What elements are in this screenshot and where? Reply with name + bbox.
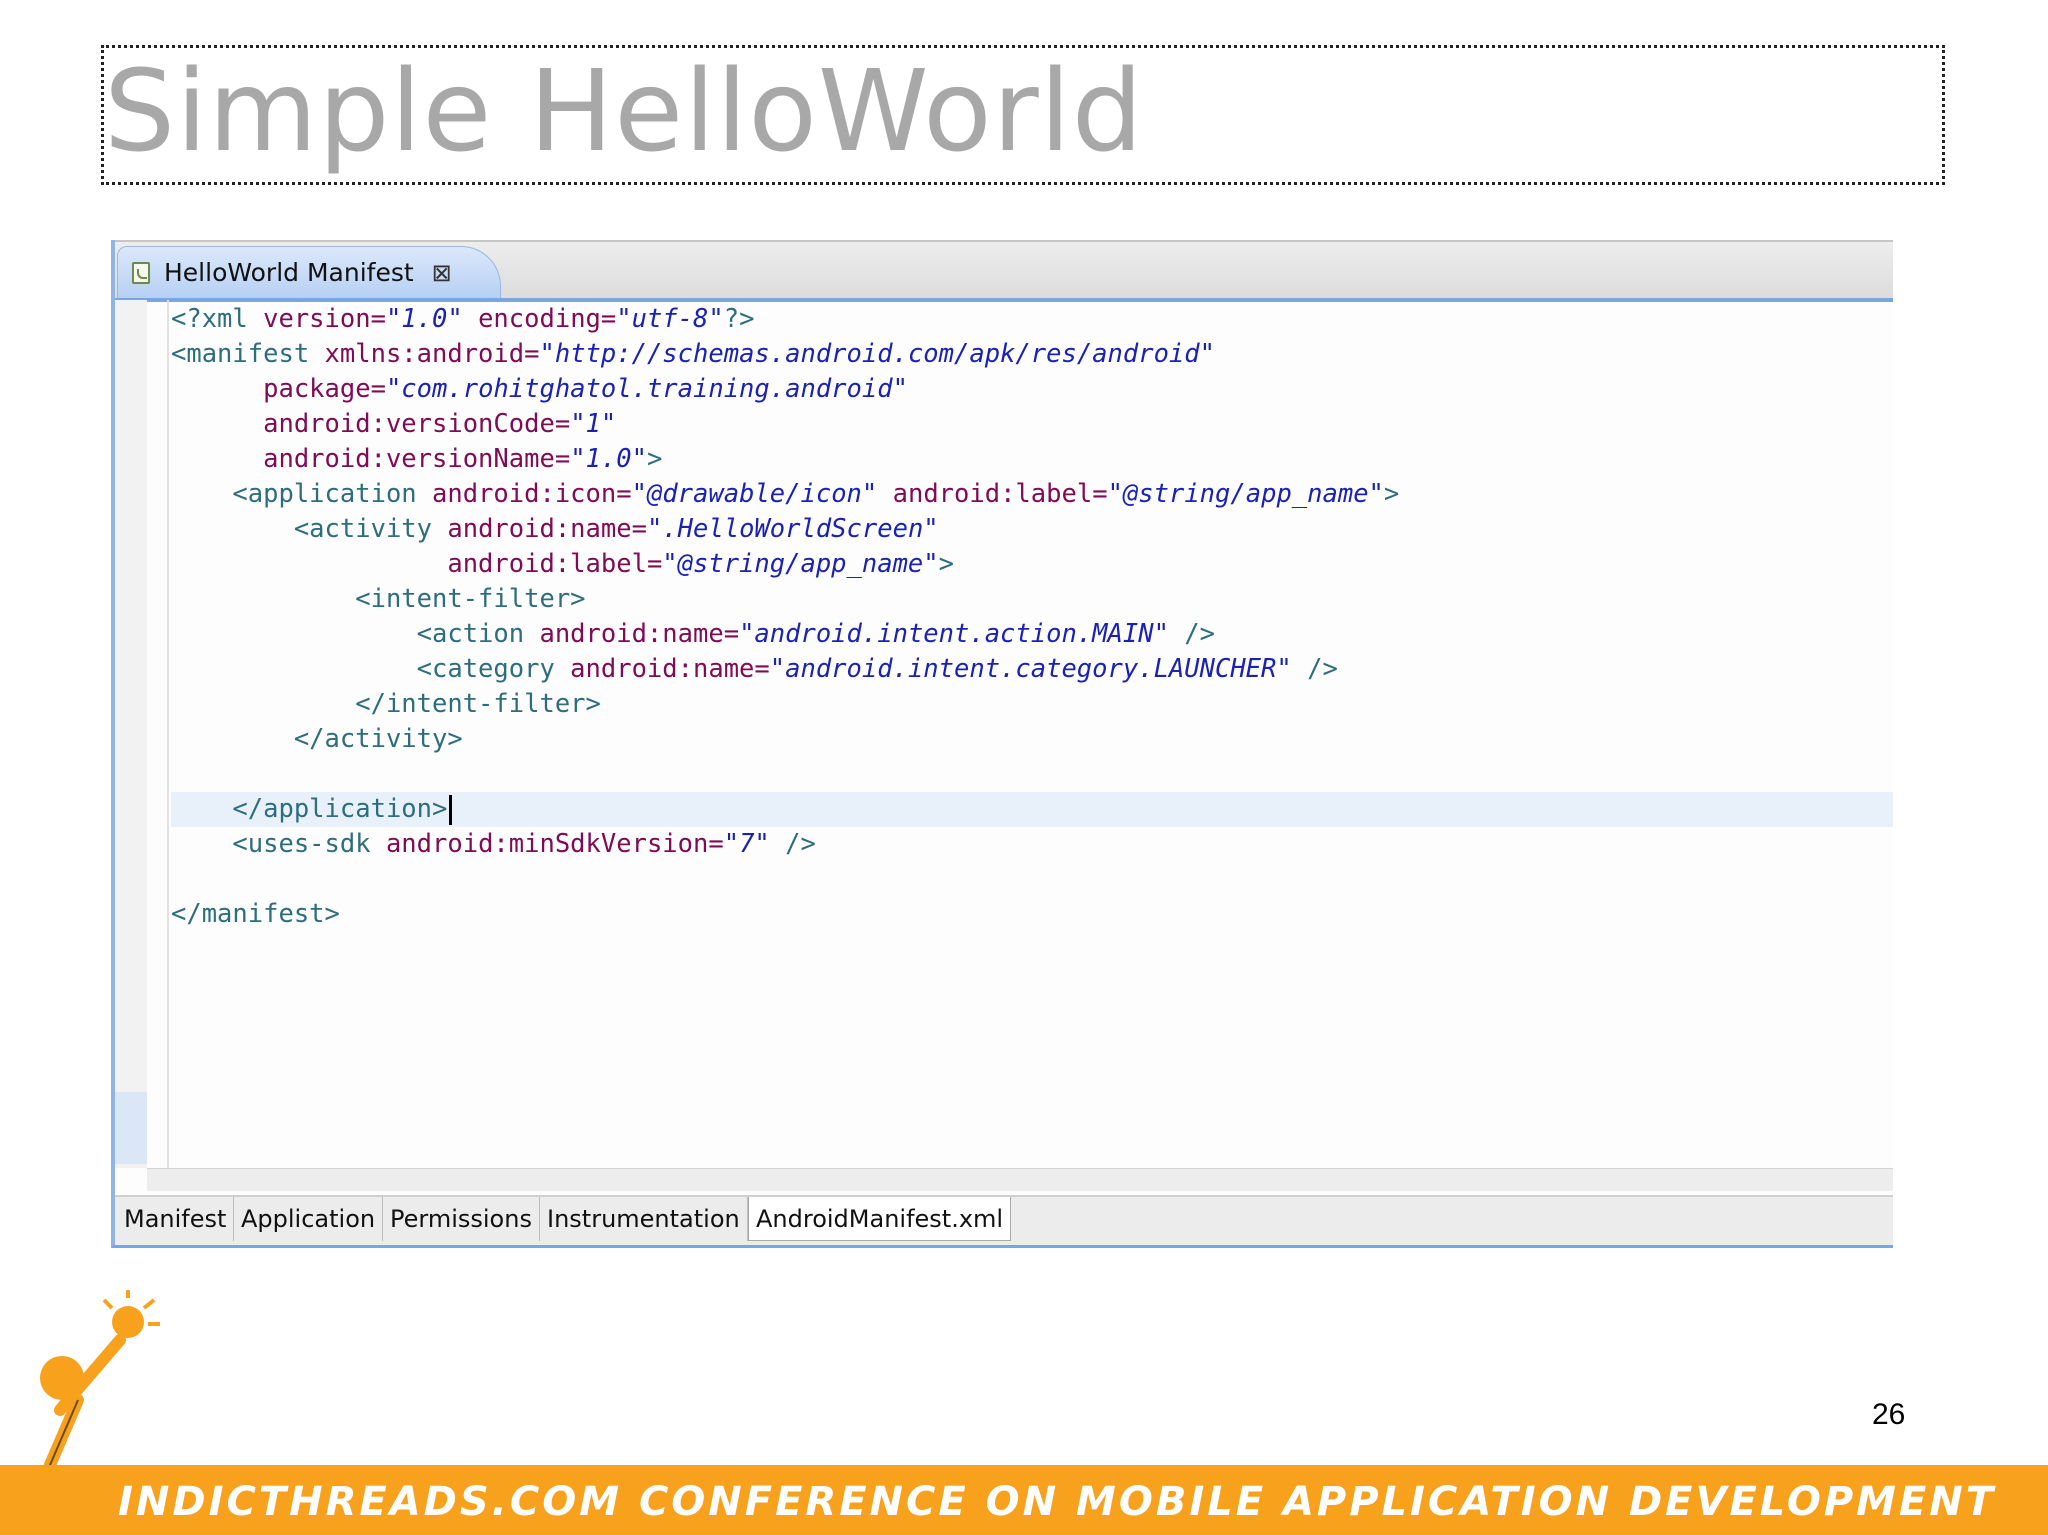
- code-line[interactable]: </activity>: [171, 722, 1893, 757]
- editor-gutter: [115, 300, 147, 1168]
- code-line[interactable]: [171, 757, 1893, 792]
- code-line[interactable]: <intent-filter>: [171, 582, 1893, 617]
- code-area[interactable]: <?xml version="1.0" encoding="utf-8"?> <m…: [171, 302, 1893, 1168]
- slide-title: Simple HelloWorld: [104, 47, 1144, 177]
- code-line[interactable]: <uses-sdk android:minSdkVersion="7" />: [171, 827, 1893, 862]
- bottom-tab-androidmanifest-xml[interactable]: AndroidManifest.xml: [748, 1197, 1012, 1241]
- bottom-tab-instrumentation[interactable]: Instrumentation: [540, 1197, 748, 1241]
- code-line[interactable]: <manifest xmlns:android="http://schemas.…: [171, 337, 1893, 372]
- code-line[interactable]: android:label="@string/app_name">: [171, 547, 1893, 582]
- code-line[interactable]: android:versionCode="1": [171, 407, 1893, 442]
- code-line[interactable]: <category android:name="android.intent.c…: [171, 652, 1893, 687]
- footer-banner-text: IndicThreads.com Conference on Mobile Ap…: [118, 1479, 1997, 1525]
- footer-banner: IndicThreads.com Conference on Mobile Ap…: [0, 1465, 2048, 1535]
- code-line[interactable]: <action android:name="android.intent.act…: [171, 617, 1893, 652]
- bottom-tab-manifest[interactable]: Manifest: [117, 1197, 235, 1241]
- bottom-tab-permissions[interactable]: Permissions: [383, 1197, 540, 1241]
- editor-tab-bar: HelloWorld Manifest ⊠: [115, 240, 1893, 302]
- editor-bottom-tabs: Manifest Application Permissions Instrument…: [115, 1195, 1893, 1245]
- editor-ruler: [167, 300, 169, 1168]
- file-tab[interactable]: HelloWorld Manifest ⊠: [117, 246, 501, 298]
- horizontal-scrollbar[interactable]: [147, 1168, 1893, 1191]
- code-line[interactable]: <?xml version="1.0" encoding="utf-8"?>: [171, 302, 1893, 337]
- page-number: 26: [1872, 1398, 1906, 1431]
- code-line[interactable]: package="com.rohitghatol.training.androi…: [171, 372, 1893, 407]
- code-line[interactable]: </intent-filter>: [171, 687, 1893, 722]
- code-line[interactable]: <activity android:name=".HelloWorldScree…: [171, 512, 1893, 547]
- gutter-highlight: [115, 1092, 147, 1164]
- code-line[interactable]: </manifest>: [171, 897, 1893, 932]
- close-icon[interactable]: ⊠: [432, 261, 452, 285]
- xml-file-icon: [132, 261, 150, 284]
- title-box: Simple HelloWorld: [101, 45, 1945, 185]
- code-line[interactable]: android:versionName="1.0">: [171, 442, 1893, 477]
- bottom-tab-application[interactable]: Application: [234, 1197, 384, 1241]
- code-line[interactable]: <application android:icon="@drawable/ico…: [171, 477, 1893, 512]
- editor-window: HelloWorld Manifest ⊠ <?xml version="1.0…: [111, 240, 1893, 1248]
- text-caret: [449, 795, 453, 825]
- file-tab-label: HelloWorld Manifest: [164, 258, 414, 287]
- code-line[interactable]: </application>: [171, 792, 1893, 827]
- code-line[interactable]: [171, 862, 1893, 897]
